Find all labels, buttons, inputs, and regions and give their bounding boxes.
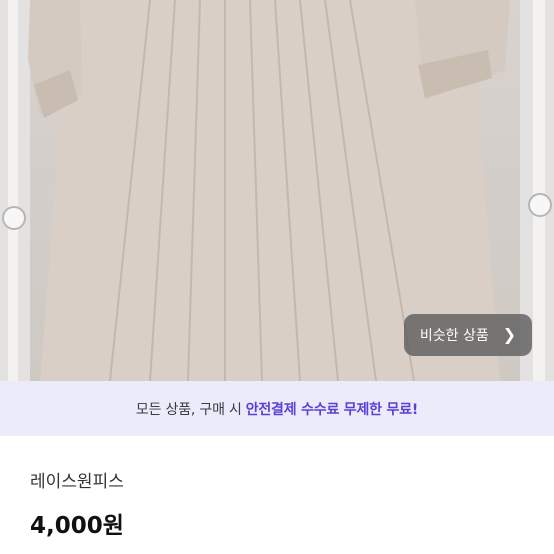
chevron-right-icon: ❯: [502, 325, 517, 344]
product-title: 레이스원피스: [30, 472, 124, 492]
promo-text: 모든 상품, 구매 시: [135, 401, 242, 418]
product-price: 4,000원: [30, 513, 124, 539]
similar-products-button[interactable]: 비슷한 상품 ❯: [404, 314, 532, 356]
similar-products-label: 비슷한 상품: [419, 328, 489, 344]
product-photo[interactable]: 비슷한 상품 ❯: [0, 0, 554, 381]
promo-banner[interactable]: 모든 상품, 구매 시 안전결제 수수료 무제한 무료!: [0, 381, 554, 436]
promo-highlight: 안전결제 수수료 무제한 무료!: [245, 401, 419, 418]
